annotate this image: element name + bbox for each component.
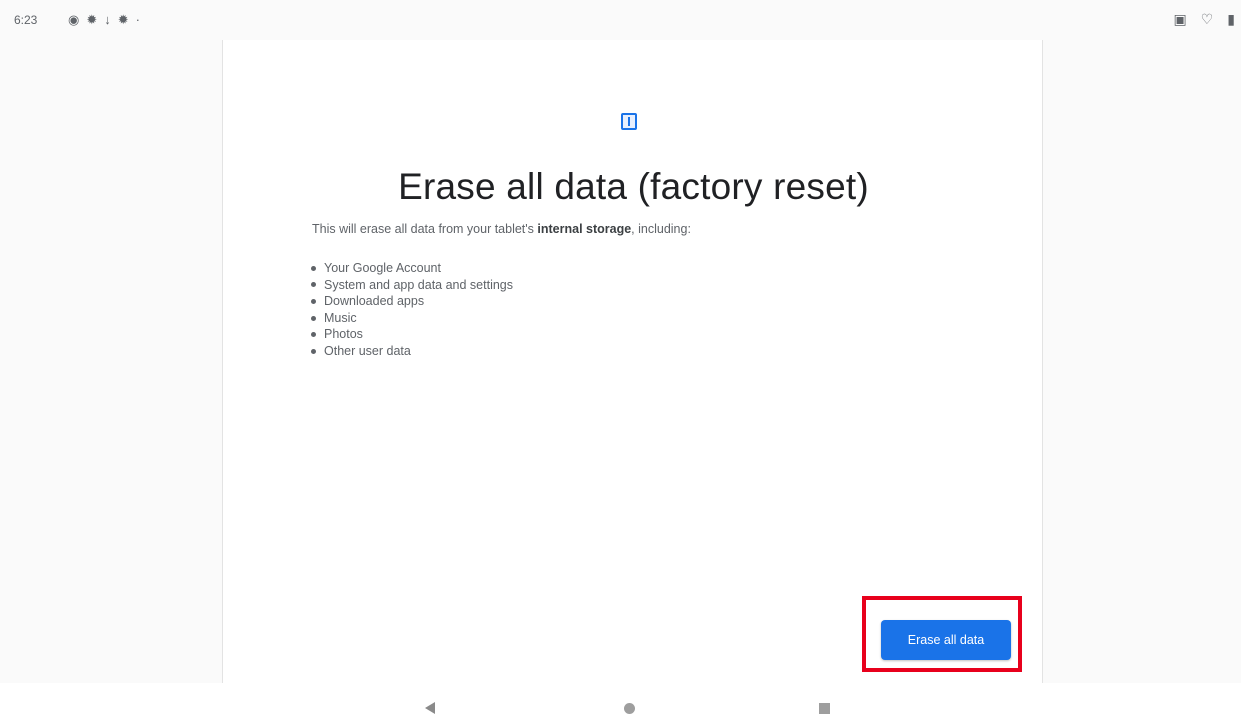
list-item: Downloaded apps — [311, 293, 513, 310]
list-item: Other user data — [311, 343, 513, 360]
left-margin — [0, 40, 222, 683]
nfc-icon: ▣ — [1173, 11, 1187, 27]
dot-icon: · — [135, 12, 140, 27]
bullet-icon — [311, 332, 316, 338]
home-icon[interactable] — [624, 703, 635, 714]
gear-icon: ✹ — [86, 12, 98, 27]
reset-phone-icon — [621, 113, 637, 130]
wifi-icon: ♡ — [1200, 11, 1214, 27]
bullet-icon — [311, 315, 316, 321]
erase-all-data-button[interactable]: Erase all data — [881, 620, 1011, 660]
recents-icon[interactable] — [819, 703, 830, 714]
status-icons-left: ◉ ✹ ↓ ✹ · — [68, 12, 140, 28]
navigation-bar — [0, 683, 1241, 727]
bullet-icon — [311, 265, 316, 271]
list-item-label: Your Google Account — [324, 261, 441, 275]
back-icon[interactable] — [425, 702, 435, 714]
battery-icon: ▮ — [1227, 11, 1235, 27]
description-prefix: This will erase all data from your table… — [312, 222, 538, 236]
data-items-list: Your Google Account System and app data … — [311, 260, 513, 360]
bullet-icon — [311, 348, 316, 354]
list-item: Music — [311, 310, 513, 327]
page-title: Erase all data (factory reset) — [398, 166, 869, 207]
list-item: System and app data and settings — [311, 277, 513, 294]
list-item-label: Downloaded apps — [324, 294, 425, 309]
description-suffix: , including: — [631, 222, 691, 236]
gear-icon: ✹ — [117, 12, 129, 27]
list-item-label: Photos — [324, 327, 363, 342]
status-bar: 6:23 ◉ ✹ ↓ ✹ · ▣ ♡ ▮ — [0, 0, 1241, 40]
bullet-icon — [311, 282, 316, 288]
list-item-label: System and app data and settings — [324, 277, 514, 292]
status-time: 6:23 — [14, 13, 38, 27]
status-icons-right: ▣ ♡ ▮ — [1173, 11, 1235, 27]
notification-icon: ◉ — [68, 12, 80, 27]
list-item: Photos — [311, 326, 513, 343]
download-icon: ↓ — [104, 12, 111, 27]
factory-reset-card: Erase all data (factory reset) This will… — [222, 40, 1043, 683]
description: This will erase all data from your table… — [312, 222, 691, 236]
bullet-icon — [311, 298, 316, 304]
right-margin — [1043, 40, 1241, 683]
description-bold: internal storage — [537, 222, 632, 236]
list-item-label: Music — [324, 310, 357, 325]
list-item-label: Other user data — [324, 343, 411, 358]
list-item: Your Google Account — [311, 260, 513, 277]
